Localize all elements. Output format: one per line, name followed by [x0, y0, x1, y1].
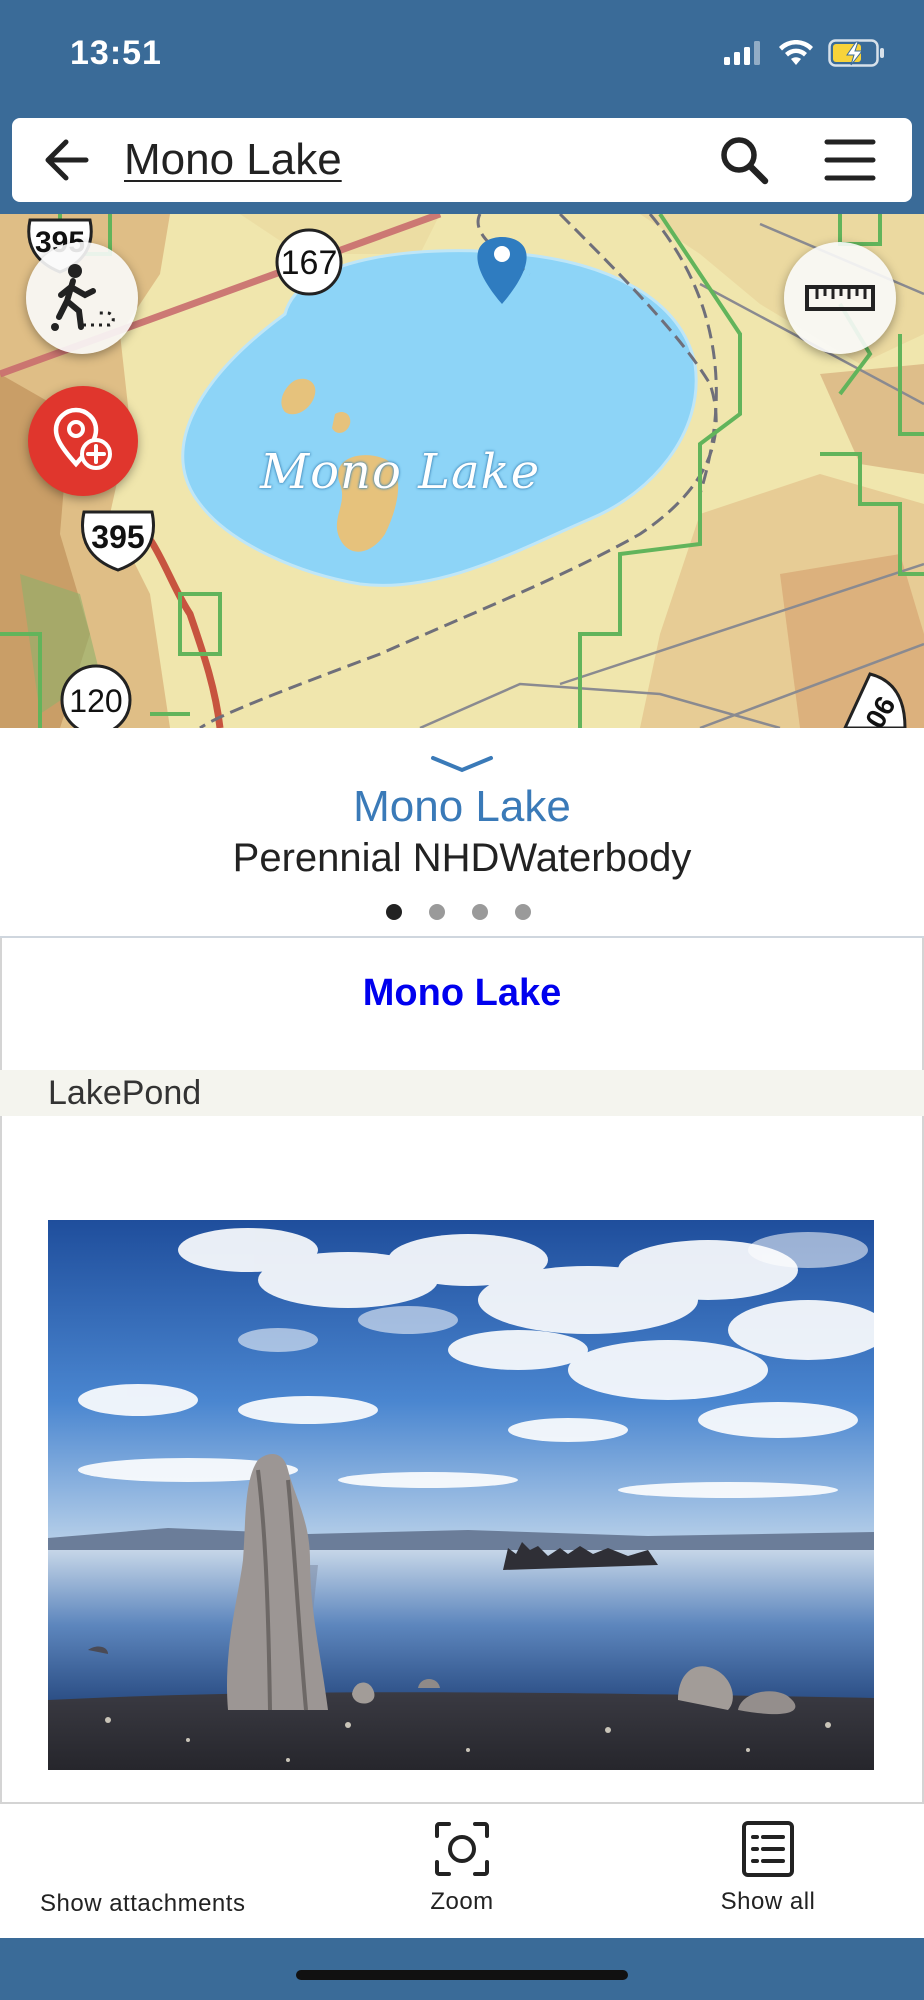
ruler-icon [805, 285, 875, 311]
show-all-label: Show all [720, 1888, 816, 1915]
status-bar: 13:51 [0, 0, 924, 106]
measure-button[interactable] [784, 242, 896, 354]
route-shield-120: 120 [60, 664, 132, 728]
page-dot-3[interactable] [472, 904, 488, 920]
popup-title: Mono Lake [362, 972, 562, 1014]
back-button[interactable] [42, 136, 92, 184]
svg-text:167: 167 [281, 244, 338, 282]
svg-text:120: 120 [69, 683, 122, 719]
search-icon [721, 137, 769, 185]
wifi-icon [778, 39, 814, 71]
page-indicator [386, 904, 531, 920]
show-all-button[interactable]: Show all [700, 1820, 836, 1916]
page-dot-4[interactable] [515, 904, 531, 920]
route-shield-167: 167 [275, 228, 343, 296]
map-lake-label: Mono Lake [260, 444, 541, 500]
panel-divider [0, 936, 924, 938]
zoom-label: Zoom [430, 1888, 494, 1915]
show-attachments-button[interactable]: Show attachments [40, 1890, 245, 1918]
status-icons [724, 38, 886, 72]
hamburger-menu-icon [824, 139, 876, 181]
add-waypoint-button[interactable] [28, 386, 138, 496]
menu-button[interactable] [824, 136, 876, 184]
cellular-signal-icon [724, 40, 764, 70]
home-indicator[interactable] [296, 1970, 628, 1980]
feature-name: Mono Lake [353, 782, 571, 831]
lake-photo-image [48, 1220, 874, 1770]
zoom-to-feature-icon [435, 1822, 489, 1876]
collapse-panel-button[interactable] [429, 752, 495, 776]
app-screen: 13:51 Mono Lake 167 395 395 120 06 Mono … [0, 0, 924, 2000]
list-icon [742, 1821, 794, 1877]
search-button[interactable] [718, 134, 770, 186]
hiker-route-icon [51, 264, 115, 331]
status-time: 13:51 [70, 34, 162, 72]
chevron-down-icon [431, 756, 493, 773]
feature-photo[interactable] [48, 1220, 874, 1770]
route-planning-button[interactable] [26, 242, 138, 354]
show-attachments-label: Show attachments [40, 1890, 246, 1917]
battery-charging-icon [828, 38, 886, 72]
svg-text:395: 395 [91, 519, 144, 555]
arrow-left-icon [45, 139, 89, 181]
zoom-button[interactable]: Zoom [404, 1820, 520, 1916]
feature-type: Perennial NHDWaterbody [232, 836, 692, 880]
add-location-icon [53, 407, 112, 470]
search-header: Mono Lake [12, 118, 912, 202]
page-dot-2[interactable] [429, 904, 445, 920]
page-dot-1[interactable] [386, 904, 402, 920]
attribute-value: LakePond [48, 1074, 202, 1112]
search-query-title[interactable]: Mono Lake [124, 135, 342, 185]
